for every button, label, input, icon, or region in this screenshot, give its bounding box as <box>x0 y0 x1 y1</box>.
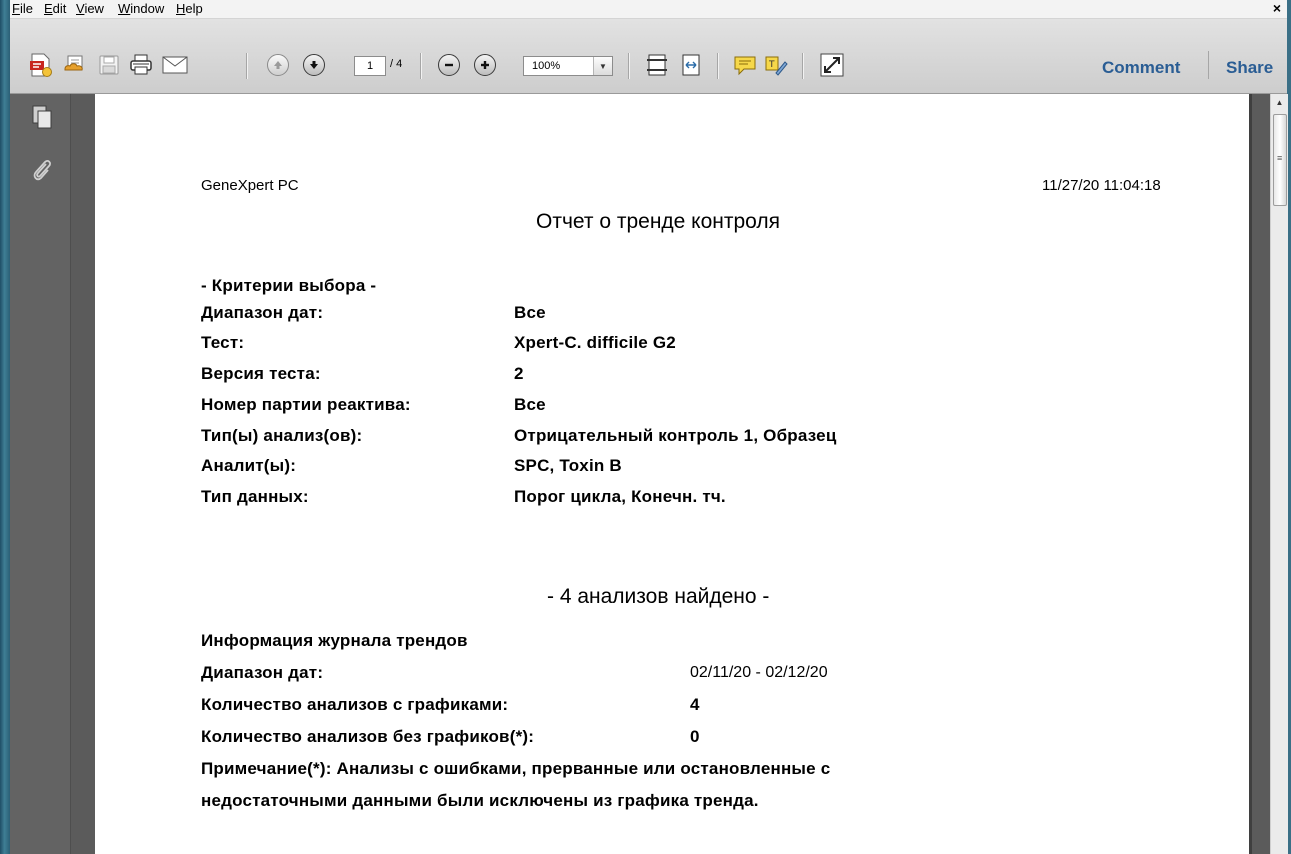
close-document-icon[interactable]: × <box>1273 0 1281 16</box>
criteria-label: Версия теста: <box>201 364 321 383</box>
zoom-in-icon[interactable] <box>471 51 499 79</box>
criteria-label: Тест: <box>201 333 245 352</box>
criteria-label: Тип данных: <box>201 487 309 506</box>
criteria-label: Аналит(ы): <box>201 456 297 475</box>
create-pdf-icon[interactable] <box>27 51 55 79</box>
toolbar-separator <box>802 53 804 79</box>
menu-view[interactable]: View <box>76 1 104 17</box>
zoom-select[interactable]: 100% ▼ <box>523 56 613 76</box>
toolbar-separator <box>246 53 248 79</box>
fullscreen-icon[interactable] <box>818 51 846 79</box>
log-label: Количество анализов без графиков(*): <box>201 727 535 746</box>
email-icon[interactable] <box>161 51 189 79</box>
criteria-heading: - Критерии выбора - <box>201 276 377 295</box>
log-label: Количество анализов с графиками: <box>201 695 509 714</box>
menu-edit[interactable]: Edit <box>44 1 66 17</box>
print-icon[interactable] <box>127 51 155 79</box>
criteria-value: SPC, Toxin B <box>514 456 622 475</box>
doc-header-left: GeneXpert PC <box>201 177 299 194</box>
log-value: 0 <box>690 727 700 746</box>
chevron-down-icon[interactable]: ▼ <box>593 57 612 75</box>
analyses-found: - 4 анализов найдено - <box>547 585 770 608</box>
scroll-up-arrow-icon[interactable]: ▲ <box>1271 94 1288 110</box>
zoom-out-icon[interactable] <box>435 51 463 79</box>
menu-bar: File Edit View Window Help × <box>10 0 1287 19</box>
save-icon[interactable] <box>95 51 123 79</box>
toolbar-separator <box>628 53 630 79</box>
menu-help[interactable]: Help <box>176 1 203 17</box>
log-heading: Информация журнала трендов <box>201 631 468 650</box>
doc-header-timestamp: 11/27/20 11:04:18 <box>1042 177 1161 194</box>
svg-text:T: T <box>768 60 775 70</box>
share-button[interactable]: Share <box>1226 58 1273 78</box>
criteria-label: Номер партии реактива: <box>201 395 411 414</box>
log-value: 02/11/20 - 02/12/20 <box>690 664 828 681</box>
scrollbar-thumb[interactable]: ≡ <box>1273 114 1287 206</box>
page-shadow <box>1249 94 1252 854</box>
fit-page-icon[interactable] <box>643 51 671 79</box>
log-label: Диапазон дат: <box>201 663 324 682</box>
attachments-icon[interactable] <box>28 156 56 186</box>
highlight-icon[interactable]: T <box>762 51 790 79</box>
criteria-label: Диапазон дат: <box>201 303 324 322</box>
previous-page-icon[interactable] <box>264 51 292 79</box>
criteria-value: Отрицательный контроль 1, Образец <box>514 426 837 445</box>
fit-width-icon[interactable] <box>677 51 705 79</box>
window-frame-left <box>0 0 10 854</box>
log-value: 4 <box>690 695 700 714</box>
page-number-input[interactable]: 1 <box>354 56 386 76</box>
zoom-value: 100% <box>532 60 561 72</box>
page-thumbnails-icon[interactable] <box>28 102 56 132</box>
grip-icon: ≡ <box>1277 153 1283 163</box>
save-to-cloud-icon[interactable] <box>61 51 89 79</box>
sticky-note-icon[interactable] <box>731 51 759 79</box>
criteria-value: Xpert-C. difficile G2 <box>514 333 676 352</box>
document-page: GeneXpert PC 11/27/20 11:04:18 Отчет о т… <box>95 94 1249 854</box>
next-page-icon[interactable] <box>300 51 328 79</box>
toolbar: 1 / 4 100% ▼ T Comment Share <box>10 19 1287 94</box>
note-line: недостаточными данными были исключены из… <box>201 791 759 810</box>
toolbar-separator <box>420 53 422 79</box>
menu-window[interactable]: Window <box>118 1 164 17</box>
toolbar-separator <box>1208 51 1209 79</box>
criteria-value: Порог цикла, Конечн. тч. <box>514 487 726 506</box>
menu-file[interactable]: File <box>12 1 33 17</box>
criteria-label: Тип(ы) анализ(ов): <box>201 426 363 445</box>
toolbar-separator <box>717 53 719 79</box>
vertical-scrollbar[interactable]: ▲ ≡ <box>1270 94 1288 854</box>
doc-title: Отчет о тренде контроля <box>536 210 781 233</box>
page-total: / 4 <box>390 58 403 70</box>
criteria-value: 2 <box>514 364 524 383</box>
comment-button[interactable]: Comment <box>1102 58 1180 78</box>
navigation-panel <box>10 94 71 854</box>
criteria-value: Все <box>514 395 546 414</box>
note-line: Примечание(*): Анализы с ошибками, прерв… <box>201 759 831 778</box>
criteria-value: Все <box>514 303 546 322</box>
